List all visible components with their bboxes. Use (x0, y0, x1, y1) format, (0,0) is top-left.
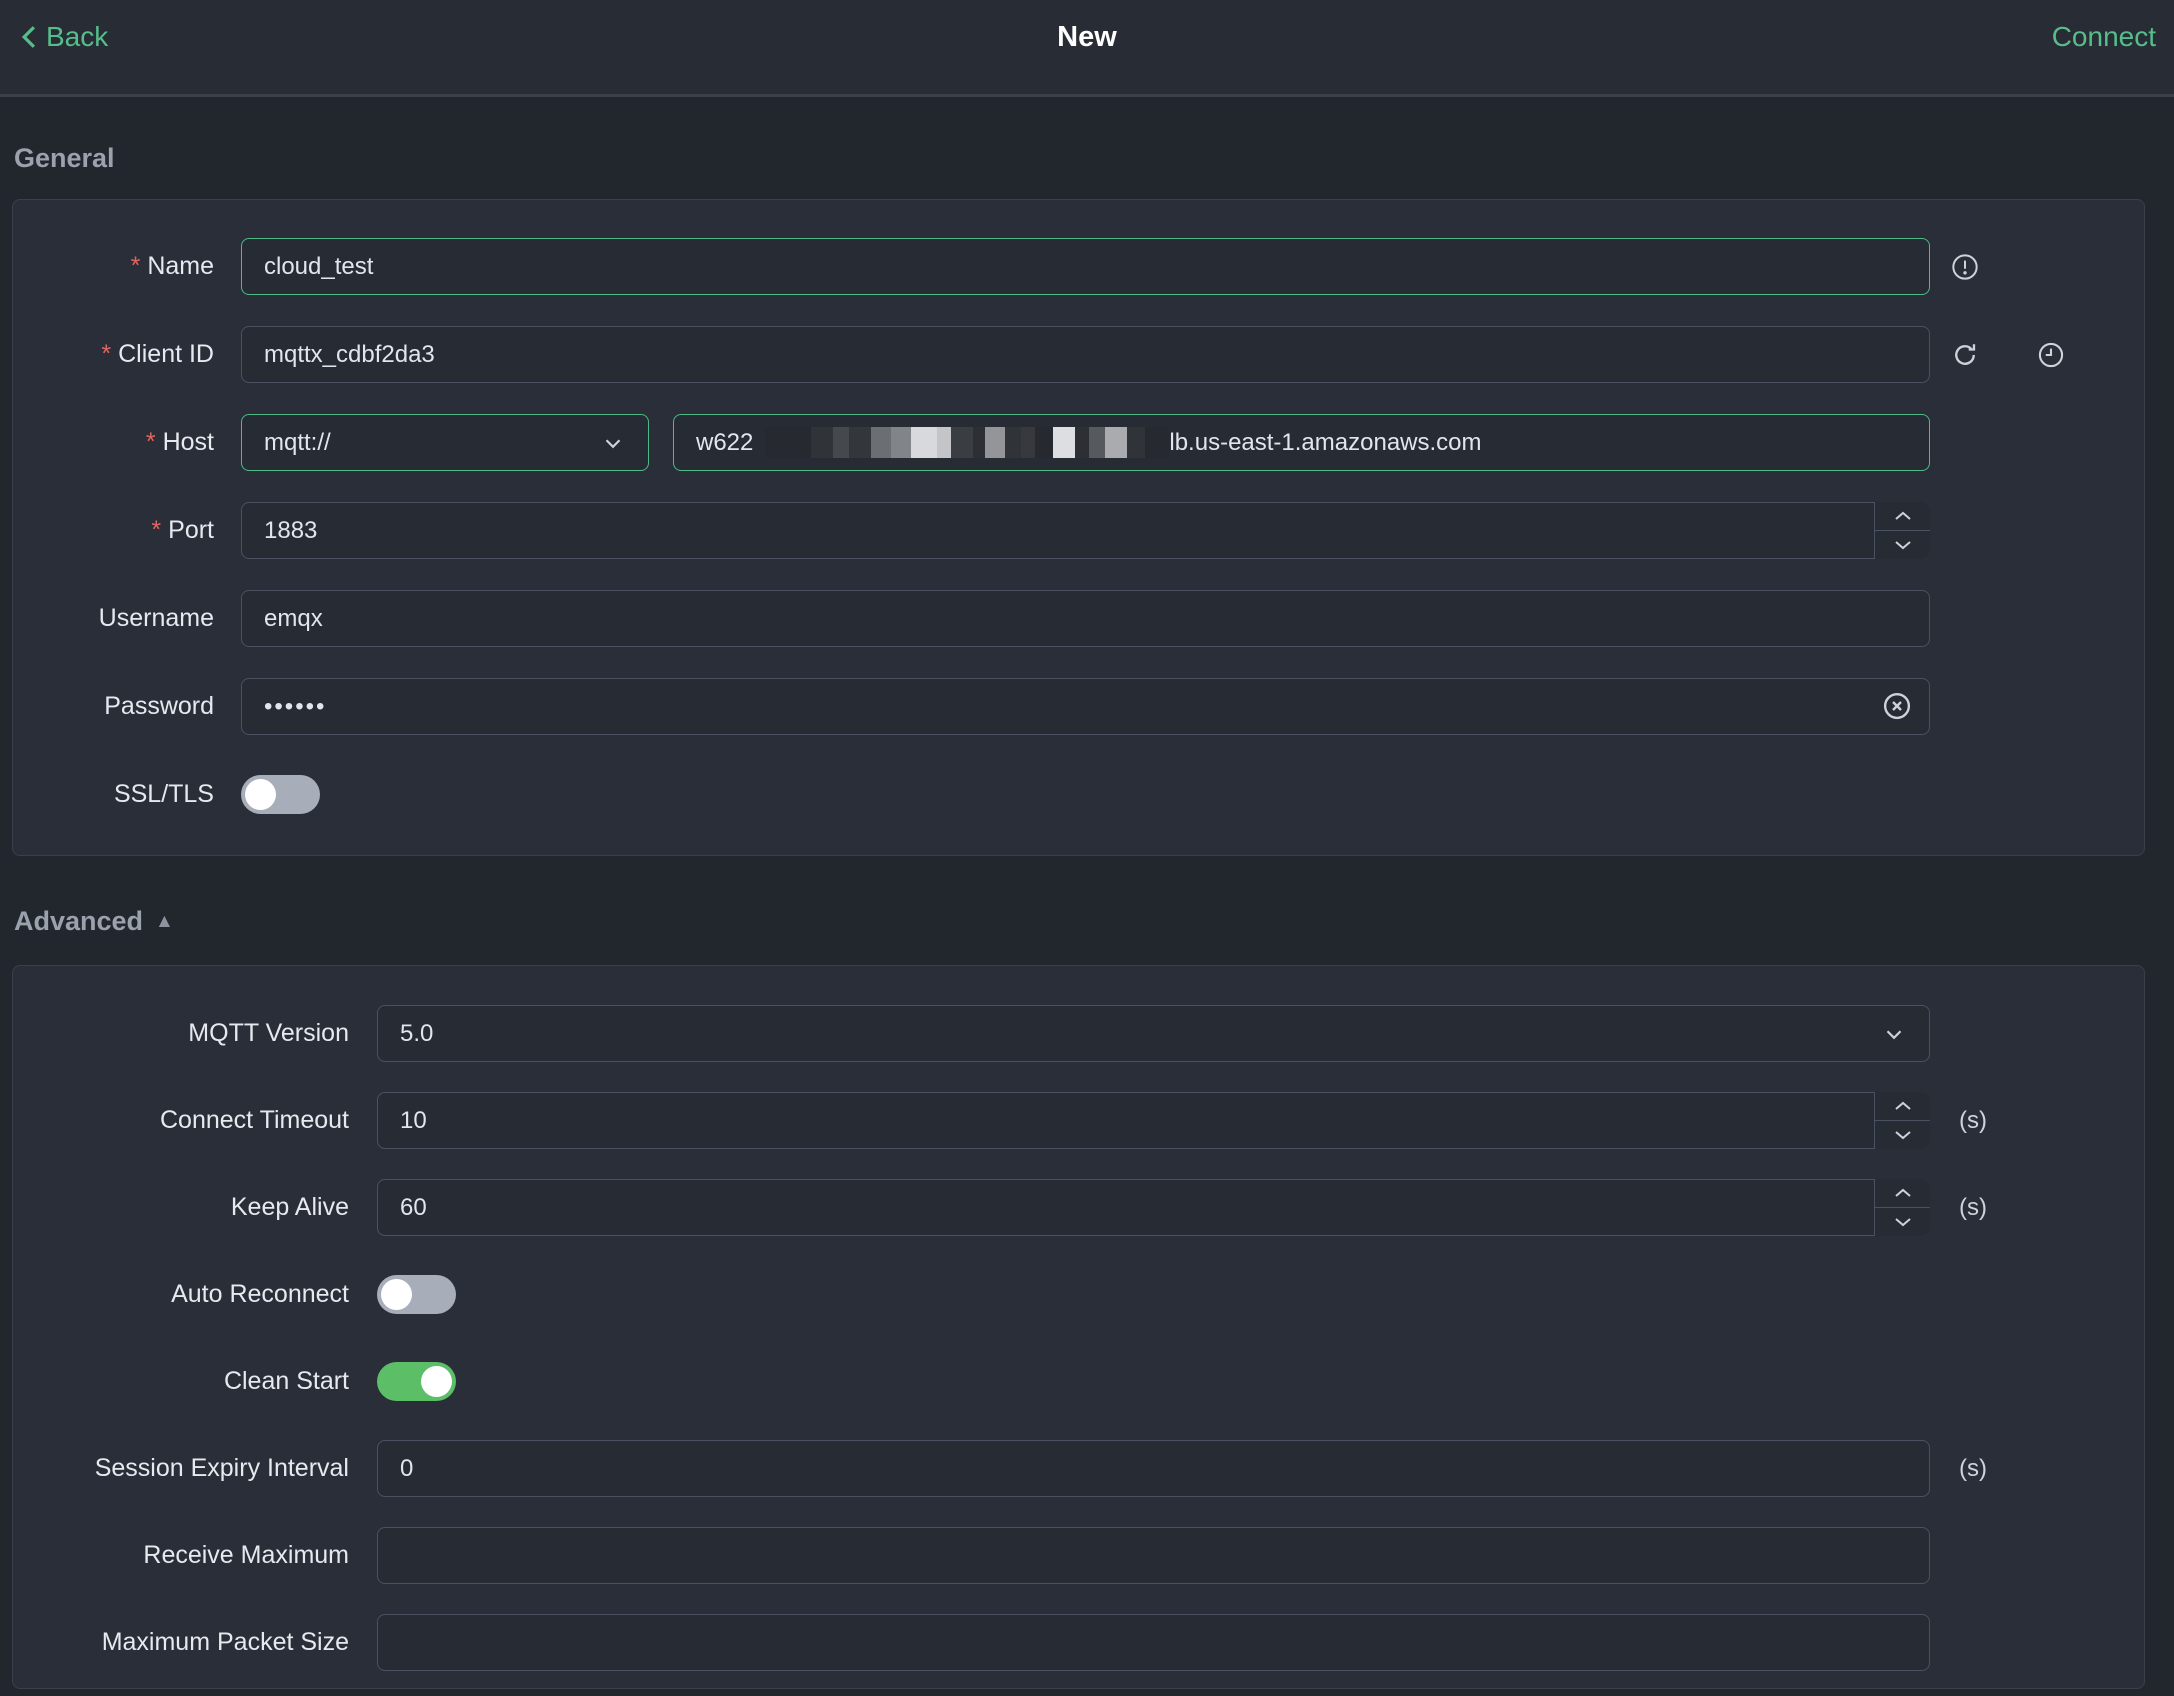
username-input[interactable] (241, 590, 1930, 647)
general-section-title: General (14, 143, 115, 173)
alert-icon[interactable] (1951, 253, 1979, 281)
advanced-section-header[interactable]: Advanced ▲ (12, 906, 2162, 937)
max-packet-size-label: Maximum Packet Size (101, 1628, 349, 1656)
ssl-label: SSL/TLS (113, 780, 214, 808)
required-marker: * (101, 340, 112, 368)
general-panel: *Name *Client ID (12, 199, 2145, 856)
required-marker: * (151, 516, 162, 544)
chevron-down-icon (1881, 1021, 1907, 1047)
general-section-header: General (12, 143, 2162, 174)
stepper-down-icon[interactable] (1875, 1121, 1930, 1149)
host-address-input[interactable]: w622 lb.us-east-1.amazonaws.com (673, 414, 1930, 471)
refresh-icon[interactable] (1951, 341, 1979, 369)
field-row-connect-timeout: Connect Timeout (s) (13, 1092, 2144, 1149)
auto-reconnect-label: Auto Reconnect (171, 1280, 349, 1308)
back-button[interactable]: Back (18, 21, 108, 53)
keep-alive-unit: (s) (1959, 1193, 1987, 1221)
keep-alive-label: Keep Alive (230, 1193, 349, 1221)
field-row-keep-alive: Keep Alive (s) (13, 1179, 2144, 1236)
client-id-label: Client ID (118, 340, 214, 368)
stepper-down-icon[interactable] (1875, 1208, 1930, 1236)
field-row-host: * Host mqtt:// w622 lb.us-east-1.amazonaw… (13, 414, 2144, 471)
back-button-label: Back (46, 21, 109, 52)
clear-circle-x-icon[interactable] (1882, 691, 1912, 726)
field-row-max-packet-size: Maximum Packet Size (13, 1614, 2144, 1671)
password-input[interactable] (241, 678, 1930, 735)
field-row-name: * Name (13, 238, 2144, 295)
keep-alive-stepper (1874, 1179, 1930, 1236)
advanced-panel: MQTT Version 5.0 Connect Timeout 10 (s) … (12, 965, 2145, 1689)
receive-maximum-input[interactable] (377, 1527, 1930, 1584)
advanced-section-title: Advanced (14, 906, 144, 936)
port-stepper (1874, 502, 1930, 559)
auto-reconnect-toggle[interactable] (377, 1275, 456, 1314)
clean-start-label: Clean Start (223, 1367, 349, 1395)
connect-timeout-stepper (1874, 1092, 1930, 1149)
field-row-port: * Port (13, 502, 2144, 559)
history-clock-icon[interactable] (2037, 341, 2065, 369)
client-id-input[interactable] (241, 326, 1930, 383)
toggle-knob (381, 1279, 412, 1310)
stepper-down-icon[interactable] (1875, 531, 1930, 559)
field-row-username: Username (13, 590, 2144, 647)
chevron-down-icon (600, 430, 626, 456)
host-protocol-select[interactable]: mqtt:// (241, 414, 649, 471)
stepper-up-icon[interactable] (1875, 1179, 1930, 1208)
connect-timeout-input[interactable] (377, 1092, 1930, 1149)
host-label: Host (162, 428, 214, 456)
host-protocol-value: mqtt:// (264, 428, 331, 456)
connect-button[interactable]: Connect (2052, 21, 2156, 53)
stepper-up-icon[interactable] (1875, 1092, 1930, 1121)
field-row-clean-start: Clean Start (13, 1353, 2144, 1410)
username-label: Username (98, 604, 214, 632)
mqtt-version-select[interactable]: 5.0 (377, 1005, 1930, 1062)
field-row-ssl: SSL/TLS (13, 766, 2144, 823)
host-address-prefix: w622 (696, 428, 754, 456)
field-row-mqtt-version: MQTT Version 5.0 (13, 1005, 2144, 1062)
session-expiry-label: Session Expiry Interval (94, 1454, 349, 1482)
required-marker: * (130, 252, 141, 280)
port-input[interactable] (241, 502, 1930, 559)
required-marker: * (145, 428, 156, 456)
collapse-triangle-icon: ▲ (155, 910, 174, 932)
mqtt-version-label: MQTT Version (188, 1019, 349, 1047)
host-address-suffix: lb.us-east-1.amazonaws.com (1169, 428, 1482, 456)
connect-timeout-unit: (s) (1959, 1106, 1987, 1134)
field-row-auto-reconnect: Auto Reconnect (13, 1266, 2144, 1323)
toggle-knob (421, 1366, 452, 1397)
name-input[interactable] (241, 238, 1930, 295)
field-row-password: Password (13, 678, 2144, 735)
session-expiry-input[interactable] (377, 1440, 1930, 1497)
field-row-client-id: * Client ID (13, 326, 2144, 383)
redacted-host-segment (765, 427, 1170, 458)
password-label: Password (104, 692, 214, 720)
receive-maximum-label: Receive Maximum (143, 1541, 349, 1569)
keep-alive-input[interactable] (377, 1179, 1930, 1236)
port-label: Port (168, 516, 214, 544)
max-packet-size-input[interactable] (377, 1614, 1930, 1671)
topbar: Back New Connect (0, 0, 2174, 97)
name-label: Name (147, 252, 214, 280)
stepper-up-icon[interactable] (1875, 502, 1930, 531)
mqtt-version-value: 5.0 (400, 1019, 434, 1047)
ssl-toggle[interactable] (241, 775, 320, 814)
toggle-knob (245, 779, 276, 810)
clean-start-toggle[interactable] (377, 1362, 456, 1401)
page-title: New (1057, 20, 1117, 53)
session-expiry-unit: (s) (1959, 1454, 1987, 1482)
connect-timeout-label: Connect Timeout (160, 1106, 349, 1134)
field-row-receive-maximum: Receive Maximum (13, 1527, 2144, 1584)
back-chevron-icon (18, 24, 40, 50)
field-row-session-expiry: Session Expiry Interval (s) (13, 1440, 2144, 1497)
